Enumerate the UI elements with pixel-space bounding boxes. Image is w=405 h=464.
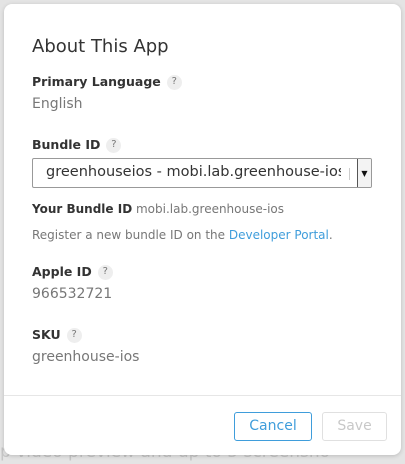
your-bundle-id-value: mobi.lab.greenhouse-ios xyxy=(135,202,285,216)
developer-portal-link[interactable]: Developer Portal xyxy=(229,228,329,242)
register-text: Register a new bundle ID on the xyxy=(32,228,229,242)
bundle-id-selected-value: greenhouseios - mobi.lab.greenhouse-ios xyxy=(46,164,341,180)
bundle-id-label-row: Bundle ID ? xyxy=(32,137,122,153)
apple-id-label: Apple ID xyxy=(32,264,92,279)
apple-id-value: 966532721 xyxy=(32,286,113,302)
about-app-dialog: About This App Primary Language ? Englis… xyxy=(4,4,401,455)
sku-label-row: SKU ? xyxy=(32,327,82,343)
primary-language-label: Primary Language xyxy=(32,74,161,89)
bundle-id-select[interactable]: greenhouseios - mobi.lab.greenhouse-ios … xyxy=(32,158,372,188)
primary-language-value: English xyxy=(32,96,83,112)
bundle-id-label: Bundle ID xyxy=(32,137,101,152)
sku-value: greenhouse-ios xyxy=(32,349,140,365)
help-icon[interactable]: ? xyxy=(166,74,182,90)
your-bundle-id-label: Your Bundle ID xyxy=(32,202,133,216)
chevron-down-icon[interactable]: ▼ xyxy=(357,159,371,187)
cancel-button[interactable]: Cancel xyxy=(234,412,312,441)
help-icon[interactable]: ? xyxy=(97,264,113,280)
register-bundle-note: Register a new bundle ID on the Develope… xyxy=(32,227,333,243)
help-icon[interactable]: ? xyxy=(106,137,122,153)
select-divider xyxy=(349,168,350,180)
help-icon[interactable]: ? xyxy=(66,327,82,343)
dialog-title: About This App xyxy=(32,36,169,57)
your-bundle-id-row: Your Bundle ID mobi.lab.greenhouse-ios xyxy=(32,201,284,217)
footer-divider xyxy=(4,395,401,396)
save-button[interactable]: Save xyxy=(322,412,387,441)
apple-id-label-row: Apple ID ? xyxy=(32,264,113,280)
register-suffix: . xyxy=(328,228,333,242)
sku-label: SKU xyxy=(32,327,61,342)
primary-language-label-row: Primary Language ? xyxy=(32,74,182,90)
